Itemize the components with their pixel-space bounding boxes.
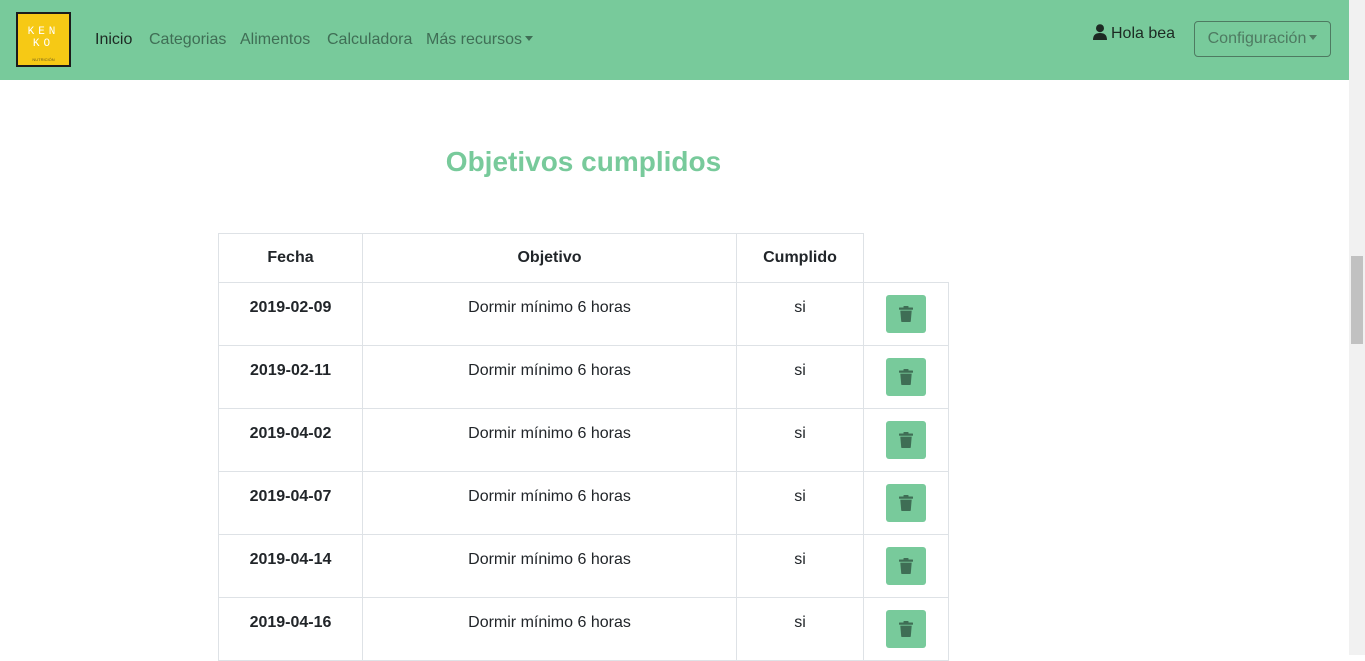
cell-actions (863, 345, 949, 409)
logo-text-line3: NUTRICIÓN (32, 57, 55, 62)
cell-actions (863, 534, 949, 598)
nav-item-inicio[interactable]: Inicio (95, 30, 132, 50)
cell-objetivo: Dormir mínimo 6 horas (362, 597, 737, 661)
delete-button[interactable] (885, 484, 926, 522)
logo-text-line2: KO (32, 38, 55, 50)
cell-actions (863, 282, 949, 346)
table-row: 2019-04-07 Dormir mínimo 6 horas si (218, 471, 949, 535)
user-icon (1093, 24, 1107, 40)
trash-icon (898, 306, 913, 322)
nav-item-alimentos[interactable]: Alimentos (240, 30, 310, 50)
delete-button[interactable] (885, 610, 926, 648)
cell-fecha: 2019-02-11 (218, 345, 363, 409)
cell-fecha: 2019-04-02 (218, 408, 363, 472)
table-row: 2019-04-02 Dormir mínimo 6 horas si (218, 408, 949, 472)
cell-cumplido: si (736, 534, 864, 598)
scrollbar-thumb[interactable] (1351, 256, 1363, 344)
page-title: Objetivos cumplidos (445, 146, 722, 177)
chevron-down-icon (1309, 35, 1318, 40)
delete-button[interactable] (885, 295, 926, 333)
chevron-down-icon (525, 36, 534, 41)
table-header-row: Fecha Objetivo Cumplido (218, 233, 948, 283)
cell-actions (863, 471, 949, 535)
delete-button[interactable] (885, 547, 926, 585)
trash-icon (898, 432, 913, 448)
goals-table: Fecha Objetivo Cumplido 2019-02-09 Dormir… (218, 233, 949, 661)
cell-actions (863, 408, 949, 472)
cell-fecha: 2019-04-07 (218, 471, 363, 535)
config-dropdown-button[interactable]: Configuración (1194, 21, 1331, 57)
cell-objetivo: Dormir mínimo 6 horas (362, 408, 737, 472)
cell-cumplido: si (736, 471, 864, 535)
page-scrollbar[interactable] (1349, 0, 1365, 655)
delete-button[interactable] (885, 421, 926, 459)
column-header-fecha: Fecha (218, 233, 363, 283)
table-row: 2019-02-11 Dormir mínimo 6 horas si (218, 345, 949, 409)
cell-objetivo: Dormir mínimo 6 horas (362, 345, 737, 409)
logo-text-line1: KEN (27, 26, 60, 38)
cell-objetivo: Dormir mínimo 6 horas (362, 534, 737, 598)
column-header-actions (863, 233, 948, 283)
nav-item-mas-recursos-label: Más recursos (426, 31, 523, 48)
user-greeting-label: Hola bea (1111, 25, 1176, 42)
column-header-objetivo: Objetivo (362, 233, 737, 283)
nav-item-calculadora[interactable]: Calculadora (327, 30, 412, 50)
delete-button[interactable] (885, 358, 926, 396)
cell-objetivo: Dormir mínimo 6 horas (362, 282, 737, 346)
nav-item-categorias[interactable]: Categorias (149, 30, 226, 50)
cell-cumplido: si (736, 408, 864, 472)
navbar: KEN KO NUTRICIÓN Inicio Categorias Alime… (0, 0, 1349, 80)
trash-icon (898, 495, 913, 511)
trash-icon (898, 558, 913, 574)
cell-objetivo: Dormir mínimo 6 horas (362, 471, 737, 535)
column-header-cumplido: Cumplido (736, 233, 864, 283)
cell-actions (863, 597, 949, 661)
cell-fecha: 2019-04-16 (218, 597, 363, 661)
cell-fecha: 2019-02-09 (218, 282, 363, 346)
cell-fecha: 2019-04-14 (218, 534, 363, 598)
cell-cumplido: si (736, 282, 864, 346)
cell-cumplido: si (736, 345, 864, 409)
user-greeting[interactable]: Hola bea (1093, 24, 1175, 44)
cell-cumplido: si (736, 597, 864, 661)
config-button-label: Configuración (1207, 30, 1307, 47)
table-row: 2019-04-16 Dormir mínimo 6 horas si (218, 597, 949, 661)
nav-item-mas-recursos[interactable]: Más recursos (426, 30, 534, 50)
brand-logo[interactable]: KEN KO NUTRICIÓN (16, 12, 71, 67)
table-row: 2019-02-09 Dormir mínimo 6 horas si (218, 282, 949, 346)
trash-icon (898, 369, 913, 385)
trash-icon (898, 621, 913, 637)
table-row: 2019-04-14 Dormir mínimo 6 horas si (218, 534, 949, 598)
